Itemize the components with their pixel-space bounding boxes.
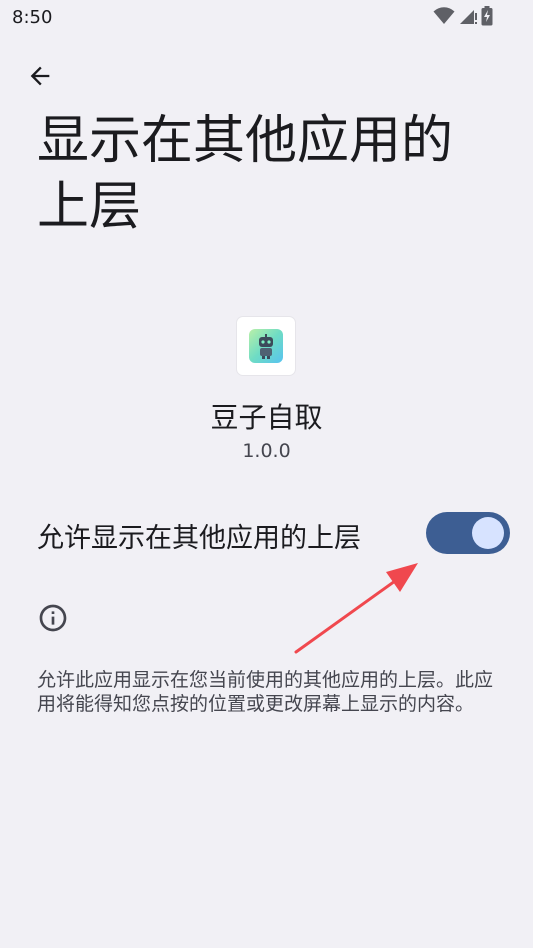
status-time: 8:50	[12, 7, 53, 28]
battery-charging-icon	[481, 6, 493, 30]
app-name: 豆子自取	[210, 401, 323, 434]
cellular-signal-icon	[459, 7, 477, 29]
info-icon	[37, 602, 69, 634]
arrow-left-icon	[26, 62, 54, 94]
switch-knob	[472, 517, 504, 549]
app-robot-icon	[249, 329, 283, 363]
app-version: 1.0.0	[242, 440, 291, 462]
wifi-icon	[433, 7, 455, 29]
allow-overlay-switch[interactable]	[426, 512, 510, 554]
status-bar: 8:50	[0, 0, 533, 36]
status-icons	[433, 6, 493, 30]
page-title: 显示在其他应用的上层	[37, 111, 454, 237]
permission-description: 允许此应用显示在您当前使用的其他应用的上层。此应用将能得知您点按的位置或更改屏幕…	[37, 669, 494, 715]
allow-overlay-label: 允许显示在其他应用的上层	[37, 523, 361, 554]
app-icon	[237, 317, 295, 375]
back-button[interactable]	[20, 58, 60, 98]
allow-overlay-setting-row[interactable]: 允许显示在其他应用的上层	[0, 500, 533, 566]
